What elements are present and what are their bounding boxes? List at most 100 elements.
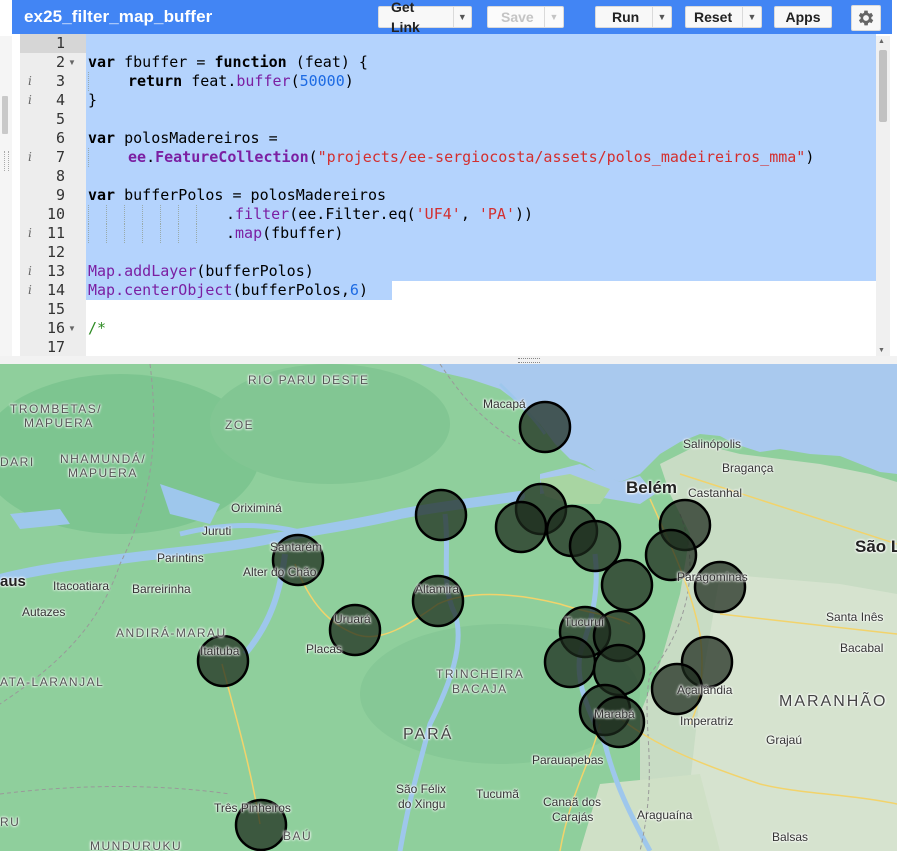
buffer-circle[interactable] <box>543 635 597 689</box>
map-label-maraba: Marabá <box>594 707 635 721</box>
map-label-araguaina: Araguaína <box>637 808 693 822</box>
map-label-acailandia: Açailândia <box>677 683 733 697</box>
map-label-altamira: Altamira <box>415 582 460 596</box>
chevron-down-icon[interactable]: ▼ <box>452 7 471 27</box>
map-label-mapuera-2: MAPUERA <box>68 466 138 480</box>
map-label-bacabal: Bacabal <box>840 641 884 655</box>
code-text: ( <box>289 205 299 223</box>
buffer-circle[interactable] <box>600 558 654 612</box>
line-number: 5 <box>55 110 65 128</box>
map-label-belem: Belém <box>626 478 678 497</box>
chevron-down-icon[interactable]: ▼ <box>544 7 563 27</box>
state-border <box>0 786 231 795</box>
run-button[interactable]: Run ▼ <box>595 6 672 28</box>
gutter-row: 1 <box>0 34 880 53</box>
map-label-maranhao: MARANHÃO <box>779 693 888 710</box>
run-label: Run <box>612 9 640 25</box>
code-text: bufferPolos = polosMadereiros <box>115 186 387 204</box>
code-line-10[interactable]: .filter(ee.Filter.eq('UF4', 'PA')) <box>0 205 880 224</box>
line-number: 17 <box>46 338 65 356</box>
get-link-label: Get Link <box>391 0 420 35</box>
map-label-nhamunda: NHAMUNDÁ/ <box>60 452 147 466</box>
chevron-down-icon[interactable]: ▼ <box>652 7 671 27</box>
keyword: var <box>88 186 116 204</box>
code-text: ) <box>805 148 815 166</box>
code-text: ) <box>344 72 354 90</box>
map-label-itacoatiara: Itacoatiara <box>53 579 110 593</box>
class-name: FeatureCollection <box>155 148 309 166</box>
code-text: . <box>226 205 236 223</box>
ee-object: ee <box>128 148 147 166</box>
indent-guide <box>178 205 179 224</box>
map-label-castanhal: Castanhal <box>688 486 743 500</box>
code-line-9[interactable]: var bufferPolos = polosMadereiros <box>0 186 880 205</box>
code-text: ( <box>308 148 318 166</box>
map-label-autazes: Autazes <box>22 605 66 619</box>
chevron-down-icon[interactable]: ▼ <box>742 7 761 27</box>
indent-guide <box>142 224 143 243</box>
editor-scrollbar[interactable]: ▲ ▼ <box>876 36 890 356</box>
scroll-down-arrow-icon[interactable]: ▼ <box>878 347 885 354</box>
code-text: ( <box>290 72 300 90</box>
code-text: (fbuffer) <box>262 224 344 242</box>
map-basemap <box>0 364 897 851</box>
buffer-circle[interactable] <box>414 488 468 542</box>
map-label-do-xingu: do Xingu <box>398 797 446 811</box>
map-label-macapa: Macapá <box>483 397 526 411</box>
buffer-circle[interactable] <box>518 400 572 454</box>
indent-guide <box>196 224 197 243</box>
get-link-button[interactable]: Get Link ▼ <box>378 0 472 35</box>
indent-guide <box>106 224 107 243</box>
indent-guide <box>160 224 161 243</box>
buffer-circle[interactable] <box>592 695 646 749</box>
indent-guide <box>142 205 143 224</box>
code-text: polosMadereiros = <box>115 129 278 147</box>
method-name: filter <box>235 205 290 223</box>
keyword: var <box>88 129 116 147</box>
buffer-circle[interactable] <box>494 500 548 554</box>
scroll-up-arrow-icon[interactable]: ▲ <box>878 38 885 45</box>
code-line-2[interactable]: var fbuffer = function (feat) { <box>0 53 880 72</box>
code-text: ) <box>358 281 368 299</box>
scroll-thumb[interactable] <box>879 50 887 122</box>
line-number: 1 <box>55 34 65 52</box>
string-literal: "projects/ee-sergiocosta/assets/polos_ma… <box>317 148 806 166</box>
code-text: (feat) { <box>286 53 368 71</box>
reset-label: Reset <box>694 9 733 25</box>
string-literal: 'UF4' <box>415 205 461 223</box>
indent-guide <box>88 148 89 167</box>
save-button[interactable]: Save ▼ <box>487 6 564 28</box>
map-label-grajau: Grajaú <box>766 733 803 747</box>
line-number: 8 <box>55 167 65 185</box>
code-line-14[interactable]: Map.centerObject(bufferPolos,6) <box>0 281 880 300</box>
map-view[interactable]: RIO PARU DESTE TROMBETAS/ MAPUERA ZOE NH… <box>0 364 897 851</box>
gutter-row: 8 <box>0 167 880 186</box>
indent-guide <box>106 205 107 224</box>
line-number: 15 <box>46 300 65 318</box>
code-line-16[interactable]: /* <box>0 319 880 338</box>
code-line-11[interactable]: .map(fbuffer) <box>0 224 880 243</box>
map-label-manaus: aus <box>0 573 26 590</box>
code-line-4[interactable]: } <box>0 91 880 110</box>
code-line-6[interactable]: var polosMadereiros = <box>0 129 880 148</box>
editor-map-splitter[interactable] <box>0 356 897 364</box>
number-literal: 50000 <box>299 72 345 90</box>
map-label-alter-do-chao: Alter do Chão <box>243 565 317 579</box>
code-line-3[interactable]: return feat.buffer(50000) <box>0 72 880 91</box>
map-label-sao-luis: São L <box>855 537 897 556</box>
map-label-tucurui: Tucuruí <box>564 615 605 629</box>
script-title[interactable]: ex25_filter_map_buffer <box>24 7 212 27</box>
code-line-13[interactable]: Map.addLayer(bufferPolos) <box>0 262 880 281</box>
reset-button[interactable]: Reset ▼ <box>685 6 762 28</box>
code-text: } <box>88 91 98 109</box>
gutter-row: 5 <box>0 110 880 129</box>
code-line-7[interactable]: ee.FeatureCollection("projects/ee-sergio… <box>0 148 880 167</box>
splitter-grip-icon[interactable] <box>518 358 540 363</box>
map-label-ru: RU <box>0 815 21 829</box>
map-label-zoe: ZOE <box>225 418 255 432</box>
settings-gear-button[interactable] <box>851 5 881 31</box>
indent-guide <box>88 224 89 243</box>
apps-button[interactable]: Apps <box>774 6 832 28</box>
map-label-salinopolis: Salinópolis <box>683 437 742 451</box>
code-text: )) <box>515 205 534 223</box>
